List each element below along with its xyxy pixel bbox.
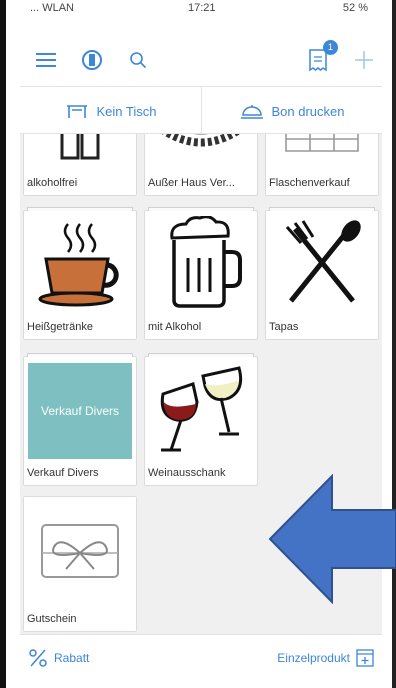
status-bar: ... WLAN 17:21 52 % <box>20 0 380 18</box>
single-product-label: Einzelprodukt <box>277 651 350 665</box>
category-tile-ausser-haus[interactable]: Außer Haus Ver... <box>144 134 258 196</box>
tile-label: Außer Haus Ver... <box>148 177 235 189</box>
bottles-icon <box>24 134 136 165</box>
table-select-button[interactable]: Kein Tisch <box>20 87 202 135</box>
print-receipt-label: Bon drucken <box>271 103 345 119</box>
category-tile-mit-alkohol[interactable]: mit Alkohol <box>144 207 258 340</box>
category-tile-flaschenverkauf[interactable]: Flaschenverkauf <box>265 134 379 196</box>
carrier-label: ... WLAN <box>30 2 75 14</box>
single-product-button[interactable]: Einzelprodukt <box>277 635 374 681</box>
menu-icon[interactable] <box>32 46 60 74</box>
bottom-bar: Rabatt Einzelprodukt <box>20 634 382 680</box>
tile-label: alkoholfrei <box>27 177 78 189</box>
discount-label: Rabatt <box>54 651 90 665</box>
search-icon[interactable] <box>124 46 152 74</box>
discount-button[interactable]: Rabatt <box>28 635 89 681</box>
wine-glasses-icon <box>145 357 257 462</box>
coffee-cup-icon <box>24 211 136 316</box>
add-product-icon <box>356 649 374 667</box>
category-tile-heissgetraenke[interactable]: Heißgetränke <box>23 207 137 340</box>
crates-icon <box>266 134 378 165</box>
action-toolbar: Kein Tisch Bon drucken <box>20 86 382 135</box>
percent-icon <box>29 649 47 667</box>
tile-label: Verkauf Divers <box>27 467 99 479</box>
cutlery-icon <box>266 211 378 316</box>
tile-label: Gutschein <box>27 613 77 625</box>
tile-label: Flaschenverkauf <box>269 177 350 189</box>
category-tile-verkauf-divers[interactable]: Verkauf Divers Verkauf Divers <box>23 353 137 486</box>
tile-label: Weinausschank <box>148 467 226 479</box>
clock-label: 17:21 <box>188 2 216 14</box>
tile-label: Heißgetränke <box>27 321 94 333</box>
table-icon <box>66 105 87 118</box>
category-tile-tapas[interactable]: Tapas <box>265 207 379 340</box>
table-select-label: Kein Tisch <box>96 103 157 119</box>
cloche-icon <box>240 105 263 119</box>
basket-icon <box>145 134 257 165</box>
category-tile-gutschein[interactable]: Gutschein <box>23 496 137 632</box>
receipt-icon[interactable]: 1 <box>304 40 338 74</box>
gift-card-icon <box>24 497 136 605</box>
receipt-badge: 1 <box>323 40 338 55</box>
nav-bar: 1 <box>20 38 382 86</box>
category-tile-alkoholfrei[interactable]: alkoholfrei <box>23 134 137 196</box>
tile-label: Tapas <box>269 321 299 333</box>
battery-label: 52 % <box>342 2 368 14</box>
blue-arrow-overlay <box>268 474 396 604</box>
teal-picture: Verkauf Divers <box>28 363 132 459</box>
teal-picture-text: Verkauf Divers <box>40 404 120 418</box>
add-icon[interactable] <box>350 46 378 74</box>
category-tile-weinausschank[interactable]: Weinausschank <box>144 353 258 486</box>
tile-label: mit Alkohol <box>148 321 202 333</box>
print-receipt-button[interactable]: Bon drucken <box>202 87 382 135</box>
display-toggle-icon[interactable] <box>78 46 106 74</box>
beer-mug-icon <box>145 211 257 316</box>
